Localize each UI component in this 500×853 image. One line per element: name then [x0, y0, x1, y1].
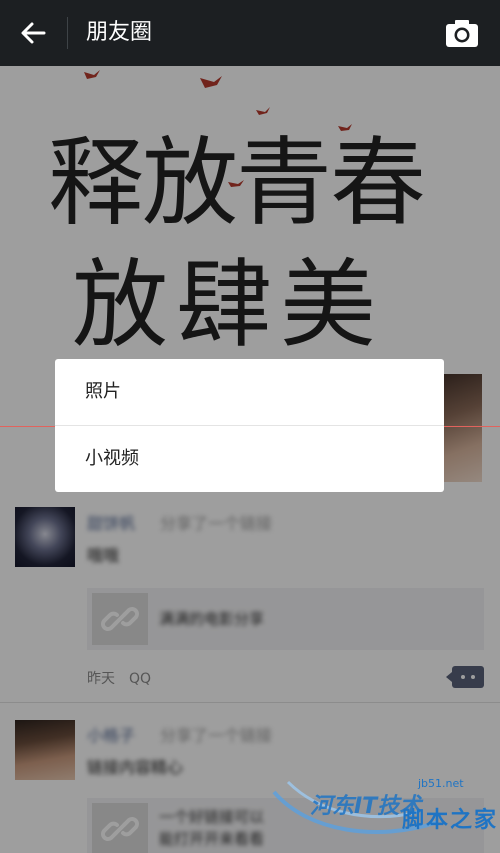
back-button[interactable] [14, 16, 54, 50]
site-watermark: 河东IT技术 jb51.net 脚本之家 [268, 772, 500, 853]
camera-icon [446, 20, 478, 47]
short-video-option[interactable]: 小视频 [55, 426, 444, 492]
photo-option[interactable]: 照片 [55, 359, 444, 425]
back-arrow-icon [21, 22, 46, 44]
camera-button[interactable] [442, 15, 482, 51]
media-picker-dialog: 照片 小视频 [55, 359, 444, 492]
watermark-text: 脚本之家 [402, 808, 499, 833]
top-bar: 朋友圈 [0, 0, 500, 66]
page-title: 朋友圈 [86, 20, 153, 45]
header-divider [67, 17, 68, 49]
watermark-url: jb51.net [418, 777, 464, 790]
